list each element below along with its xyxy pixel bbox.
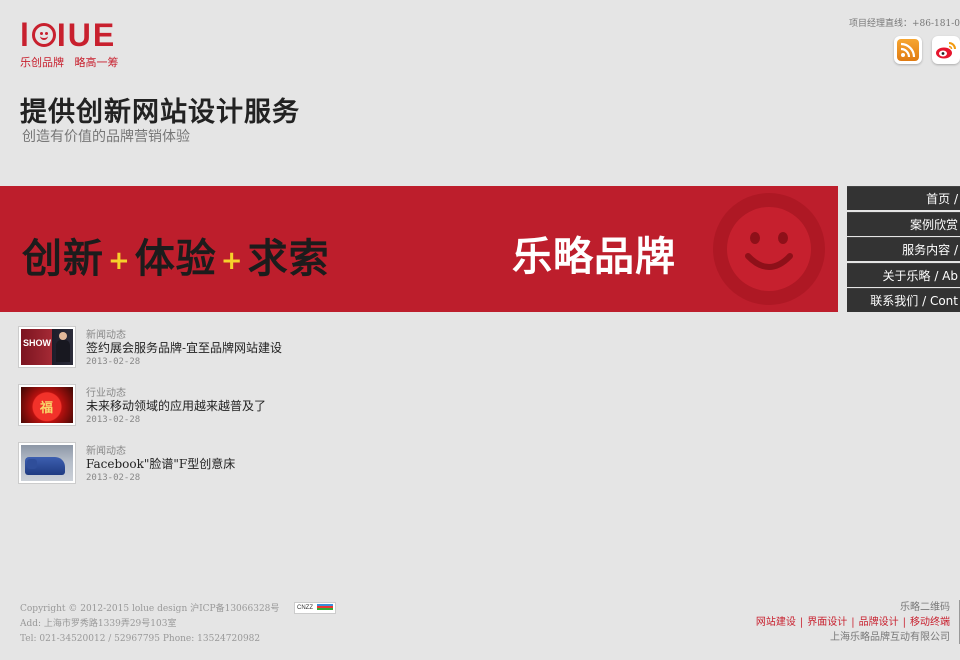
cnzz-badge[interactable]: CNZZ	[294, 602, 336, 614]
nav-label: 首页 /	[926, 192, 958, 206]
link-separator: |	[851, 617, 855, 628]
news-title-link[interactable]: Facebook"脸谱"F型创意床	[86, 455, 235, 472]
nav-item-services[interactable]: 服务内容 /	[847, 237, 960, 262]
contact-phone: 项目经理直线：+86-181-0	[849, 19, 960, 29]
nav-label: 关于乐略 / Ab	[882, 268, 959, 283]
rss-button[interactable]	[894, 36, 922, 64]
cnzz-icon	[317, 604, 333, 611]
banner-brand-name: 乐略品牌	[512, 234, 676, 280]
news-thumbnail[interactable]: 福	[18, 384, 76, 426]
plus-icon: +	[220, 246, 244, 276]
site-logo[interactable]: lo l IUE 乐创品牌 略高一筹	[20, 18, 145, 70]
thumb-fu-text: 福	[40, 401, 54, 416]
footer-copyright: Copyright © 2012-2015 lolue design 沪ICP备…	[20, 604, 280, 614]
nav-item-cases[interactable]: 案例欣赏	[847, 211, 960, 236]
footer-links: 网站建设 | 界面设计 | 品牌设计 | 移动终端	[756, 615, 950, 630]
list-item[interactable]: 福 行业动态 未来移动领域的应用越来越普及了 2013-02-28	[18, 384, 438, 442]
news-title-link[interactable]: 未来移动领域的应用越来越普及了	[86, 397, 266, 414]
slogan-word-2: 体验	[134, 236, 217, 282]
nav-label: 服务内容 /	[902, 243, 958, 258]
nav-label: 联系我们 / Cont	[870, 294, 958, 309]
news-thumbnail[interactable]	[18, 442, 76, 484]
news-date: 2013-02-28	[86, 473, 141, 483]
weibo-icon	[936, 42, 956, 59]
qr-code-label[interactable]: 乐略二维码	[756, 600, 950, 615]
rss-icon	[897, 39, 919, 61]
list-item[interactable]: SHOW 新闻动态 签约展会服务品牌-宜至品牌网站建设 2013-02-28	[18, 326, 438, 384]
footer-link-web[interactable]: 网站建设	[756, 617, 796, 628]
footer-link-mobile[interactable]: 移动终端	[910, 617, 950, 628]
plus-icon: +	[108, 246, 131, 276]
nav-item-home[interactable]: 首页 /	[847, 186, 960, 210]
news-thumbnail[interactable]: SHOW	[18, 326, 76, 368]
smiley-icon	[713, 193, 825, 305]
nav-item-contact[interactable]: 联系我们 / Cont	[847, 288, 960, 313]
main-nav: 首页 / 案例欣赏 服务内容 / 关于乐略 / Ab 联系我们 / Cont	[847, 186, 960, 314]
logo-tag-red: 乐创品牌	[20, 56, 64, 69]
slogan-word-3: 求索	[247, 236, 330, 282]
weibo-button[interactable]	[932, 36, 960, 64]
logo-wordmark: lo l IUE	[20, 18, 145, 52]
cnzz-text: CNZZ	[297, 605, 313, 611]
logo-tagline: 乐创品牌 略高一筹	[20, 54, 145, 70]
slogan-word-1: 创新	[22, 236, 104, 282]
link-separator: |	[799, 617, 804, 628]
footer-phone: Tel: 021-34520012 / 52967795 Phone: 1352…	[20, 634, 261, 644]
news-date: 2013-02-28	[86, 357, 141, 367]
hero-banner[interactable]: 创新 + 体验 + 求索 乐略品牌	[0, 186, 838, 312]
nav-item-about[interactable]: 关于乐略 / Ab	[847, 262, 960, 287]
thumb-show-text: SHOW	[23, 338, 51, 348]
nav-label: 案例欣赏	[909, 217, 958, 232]
footer-link-brand[interactable]: 品牌设计	[859, 617, 899, 628]
footer-right: 乐略二维码 网站建设 | 界面设计 | 品牌设计 | 移动终端 上海乐略品牌互动有限公司	[756, 600, 950, 645]
footer-info: Copyright © 2012-2015 lolue design 沪ICP备…	[20, 602, 279, 647]
page-subheadline: 创造有价值的品牌营销体验	[22, 129, 190, 145]
list-item[interactable]: 新闻动态 Facebook"脸谱"F型创意床 2013-02-28	[18, 442, 438, 500]
footer-address: Add: 上海市罗秀路1339弄29号103室	[20, 619, 177, 629]
logo-word-right: IUE	[56, 17, 117, 53]
footer-link-ui[interactable]: 界面设计	[807, 617, 847, 628]
footer-company: 上海乐略品牌互动有限公司	[830, 632, 950, 643]
banner-slogan: 创新 + 体验 + 求索	[22, 226, 330, 284]
logo-tag-dark: 略高一筹	[74, 56, 119, 69]
smile-icon	[31, 23, 56, 47]
news-date: 2013-02-28	[86, 415, 141, 425]
logo-letter-l: l	[20, 17, 31, 53]
link-separator: |	[902, 617, 906, 628]
page-headline: 提供创新网站设计服务	[20, 97, 300, 128]
news-list: SHOW 新闻动态 签约展会服务品牌-宜至品牌网站建设 2013-02-28 福…	[18, 326, 438, 500]
news-title-link[interactable]: 签约展会服务品牌-宜至品牌网站建设	[86, 339, 282, 356]
